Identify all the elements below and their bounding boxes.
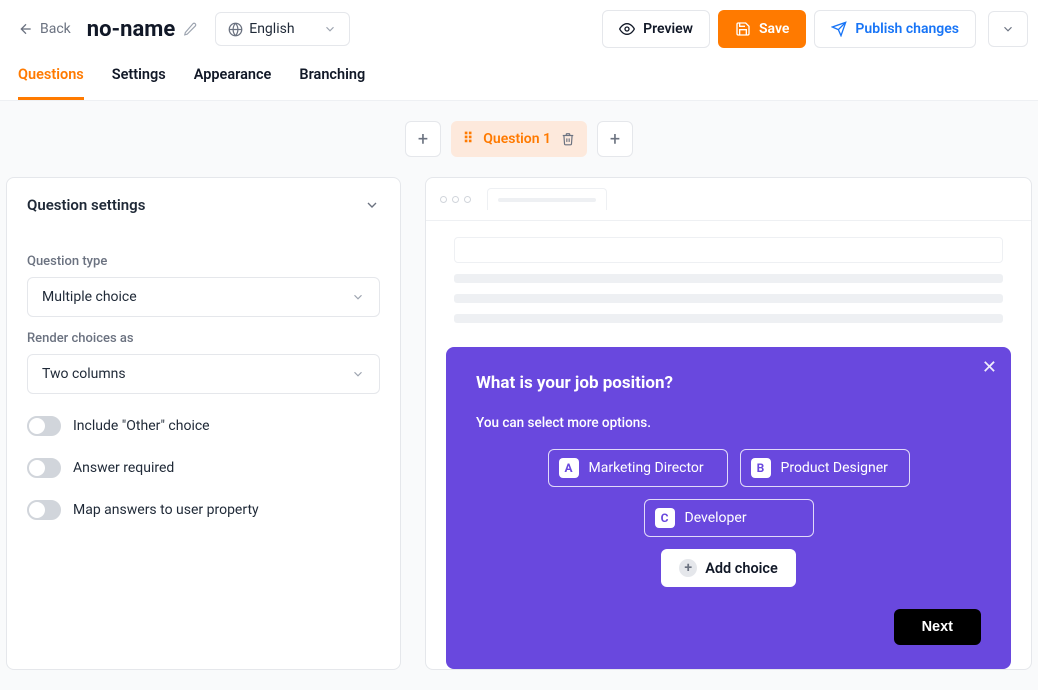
language-select[interactable]: English xyxy=(215,12,350,46)
plus-icon: + xyxy=(418,129,428,150)
window-dots-icon xyxy=(440,196,471,203)
toggle-label: Map answers to user property xyxy=(73,502,259,518)
toggle-label: Include "Other" choice xyxy=(73,418,210,434)
back-button[interactable]: Back xyxy=(10,15,79,43)
chevron-down-icon xyxy=(351,367,365,381)
question-chip-label: Question 1 xyxy=(483,131,551,147)
tab-questions[interactable]: Questions xyxy=(18,66,84,100)
publish-label: Publish changes xyxy=(855,21,959,37)
tab-appearance[interactable]: Appearance xyxy=(194,66,272,100)
toggle-label: Answer required xyxy=(73,460,174,476)
save-label: Save xyxy=(759,21,789,37)
preview-panel: ✕ What is your job position? You can sel… xyxy=(425,177,1032,670)
browser-chrome xyxy=(426,178,1031,221)
survey-widget: ✕ What is your job position? You can sel… xyxy=(446,347,1011,669)
render-select[interactable]: Two columns xyxy=(27,354,380,394)
question-type-value: Multiple choice xyxy=(42,289,137,305)
toggle-include-other[interactable] xyxy=(27,416,61,436)
tab-branching[interactable]: Branching xyxy=(299,66,365,100)
tab-settings[interactable]: Settings xyxy=(112,66,166,100)
skeleton-line xyxy=(454,314,1003,323)
choice-key: A xyxy=(559,458,579,478)
choice-label: Product Designer xyxy=(781,460,888,476)
send-icon xyxy=(831,21,847,37)
panel-title: Question settings xyxy=(27,196,145,214)
chevron-down-icon xyxy=(323,22,337,36)
preview-button[interactable]: Preview xyxy=(602,10,710,48)
arrow-left-icon xyxy=(18,21,34,37)
render-label: Render choices as xyxy=(27,331,380,346)
skeleton-line xyxy=(454,294,1003,303)
globe-icon xyxy=(228,22,243,37)
eye-icon xyxy=(619,21,635,37)
url-bar-mock xyxy=(454,237,1003,263)
close-icon[interactable]: ✕ xyxy=(982,357,997,378)
toggle-map-answers[interactable] xyxy=(27,500,61,520)
language-value: English xyxy=(249,21,294,37)
choice-label: Developer xyxy=(685,510,747,526)
chevron-down-icon xyxy=(1001,22,1015,36)
preview-label: Preview xyxy=(643,21,693,37)
chevron-down-icon xyxy=(364,197,380,213)
save-icon xyxy=(735,21,751,37)
choice-label: Marketing Director xyxy=(589,460,704,476)
render-value: Two columns xyxy=(42,366,126,382)
choice-option[interactable]: B Product Designer xyxy=(740,449,910,487)
survey-hint: You can select more options. xyxy=(476,415,981,431)
question-chip[interactable]: ⠿ Question 1 xyxy=(451,121,587,157)
publish-dropdown[interactable] xyxy=(988,11,1028,47)
chevron-down-icon xyxy=(351,290,365,304)
toggle-answer-required[interactable] xyxy=(27,458,61,478)
add-choice-label: Add choice xyxy=(705,560,778,577)
question-type-label: Question type xyxy=(27,254,380,269)
tabs: Questions Settings Appearance Branching xyxy=(0,48,1038,101)
page-title: no-name xyxy=(87,17,175,42)
add-question-before-button[interactable]: + xyxy=(405,121,441,157)
panel-toggle[interactable]: Question settings xyxy=(7,178,400,232)
next-button[interactable]: Next xyxy=(894,609,981,645)
back-label: Back xyxy=(40,21,71,37)
survey-question[interactable]: What is your job position? xyxy=(476,373,981,393)
question-settings-panel: Question settings Question type Multiple… xyxy=(6,177,401,670)
plus-icon: + xyxy=(679,559,697,577)
drag-icon: ⠿ xyxy=(463,131,473,147)
choice-option[interactable]: C Developer xyxy=(644,499,814,537)
skeleton-line xyxy=(454,274,1003,283)
add-question-after-button[interactable]: + xyxy=(597,121,633,157)
choice-key: B xyxy=(751,458,771,478)
trash-icon[interactable] xyxy=(561,132,575,146)
choice-option[interactable]: A Marketing Director xyxy=(548,449,728,487)
question-type-select[interactable]: Multiple choice xyxy=(27,277,380,317)
edit-icon[interactable] xyxy=(183,22,197,36)
publish-button[interactable]: Publish changes xyxy=(814,10,976,48)
browser-tab xyxy=(487,188,607,210)
plus-icon: + xyxy=(610,129,620,150)
choice-key: C xyxy=(655,508,675,528)
add-choice-button[interactable]: + Add choice xyxy=(661,549,796,587)
save-button[interactable]: Save xyxy=(718,10,806,48)
